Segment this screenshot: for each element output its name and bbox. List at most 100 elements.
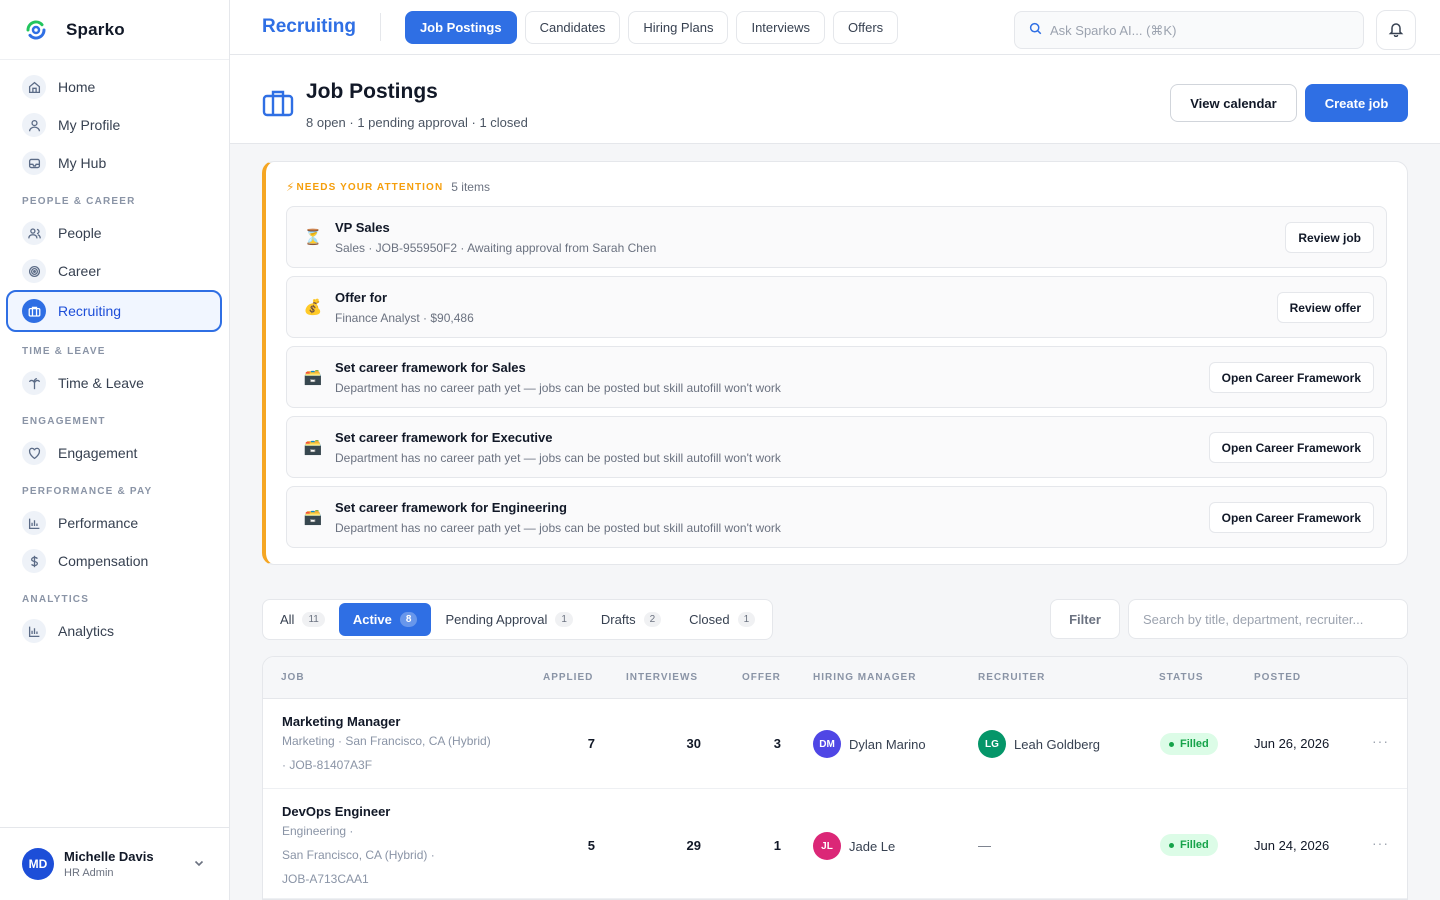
column-header-interviews[interactable]: INTERVIEWS bbox=[626, 672, 698, 683]
avatar: LG bbox=[978, 730, 1006, 758]
sidebar-item-label: Compensation bbox=[58, 553, 149, 569]
sidebar-item-career[interactable]: Career bbox=[8, 252, 221, 290]
jobs-table: JOB APPLIED INTERVIEWS OFFER HIRING MANA… bbox=[262, 656, 1408, 900]
attention-item: 🗃️ Set career framework for Engineering … bbox=[286, 486, 1387, 548]
user-menu[interactable]: MD Michelle Davis HR Admin bbox=[0, 827, 229, 900]
attention-item-title: Offer for bbox=[335, 289, 387, 305]
money-bag-icon: 💰 bbox=[303, 299, 323, 316]
column-header-status[interactable]: STATUS bbox=[1159, 672, 1204, 683]
sidebar-item-label: Analytics bbox=[58, 623, 115, 639]
content: ⚡ NEEDS YOUR ATTENTION 5 items ⏳ VP Sale… bbox=[230, 144, 1440, 900]
sidebar-item-time-leave[interactable]: Time & Leave bbox=[8, 364, 221, 402]
job-location: San Francisco, CA (Hybrid) · bbox=[282, 848, 435, 862]
attention-item-desc: Department has no career path yet — jobs… bbox=[335, 520, 781, 535]
users-icon bbox=[22, 221, 46, 245]
section-title: Recruiting bbox=[262, 16, 356, 38]
open-career-framework-button[interactable]: Open Career Framework bbox=[1208, 362, 1374, 393]
status-dot bbox=[1169, 842, 1174, 848]
chevron-down-icon[interactable] bbox=[193, 856, 205, 872]
sidebar-item-my-profile[interactable]: My Profile bbox=[8, 106, 221, 144]
sidebar-item-compensation[interactable]: Compensation bbox=[8, 542, 221, 580]
review-offer-button[interactable]: Review offer bbox=[1276, 292, 1374, 323]
recruiter[interactable]: LG Leah Goldberg bbox=[978, 730, 1100, 758]
sidebar-item-performance[interactable]: Performance bbox=[8, 504, 221, 542]
sidebar-item-home[interactable]: Home bbox=[8, 68, 221, 106]
status-badge: Filled bbox=[1160, 733, 1218, 755]
hiring-manager[interactable]: JL Jade Le bbox=[813, 832, 895, 860]
applied-count: 7 bbox=[587, 736, 595, 751]
sidebar-item-label: People bbox=[58, 225, 102, 241]
segment-count: 1 bbox=[555, 612, 573, 627]
column-header-applied[interactable]: APPLIED bbox=[543, 672, 593, 683]
sidebar-item-my-hub[interactable]: My Hub bbox=[8, 144, 221, 182]
avatar: DM bbox=[813, 730, 841, 758]
column-header-posted[interactable]: POSTED bbox=[1254, 672, 1301, 683]
segment-closed[interactable]: Closed 1 bbox=[675, 603, 769, 636]
sidebar-section-title: ENGAGEMENT bbox=[22, 416, 106, 427]
sidebar-item-label: My Hub bbox=[58, 155, 107, 171]
attention-item-title: Set career framework for Engineering bbox=[335, 499, 567, 515]
more-options-icon[interactable]: ··· bbox=[1372, 835, 1389, 851]
posted-date: Jun 24, 2026 bbox=[1254, 838, 1330, 853]
sidebar-item-recruiting[interactable]: Recruiting bbox=[6, 290, 222, 332]
tab-list: Job Postings Candidates Hiring Plans Int… bbox=[404, 10, 899, 44]
job-title[interactable]: DevOps Engineer bbox=[282, 804, 390, 819]
status-label: Filled bbox=[1180, 839, 1209, 851]
bar-chart-icon bbox=[22, 619, 46, 643]
sidebar-item-analytics[interactable]: Analytics bbox=[8, 612, 221, 650]
column-header-offer[interactable]: OFFER bbox=[742, 672, 781, 683]
heart-icon bbox=[22, 441, 46, 465]
table-row[interactable]: DevOps Engineer Engineering · San Franci… bbox=[263, 789, 1407, 899]
tab-candidates[interactable]: Candidates bbox=[524, 10, 621, 44]
lightning-icon: ⚡ bbox=[286, 180, 295, 194]
table-row[interactable]: Marketing Manager Marketing · San Franci… bbox=[263, 699, 1407, 789]
sidebar-item-label: Home bbox=[58, 79, 96, 95]
job-id: · JOB-81407A3F bbox=[282, 758, 373, 772]
notifications-button[interactable] bbox=[1376, 10, 1416, 50]
ai-search-input[interactable] bbox=[1050, 22, 1330, 38]
open-career-framework-button[interactable]: Open Career Framework bbox=[1208, 502, 1374, 533]
attention-item-desc: Finance Analyst · $90,486 bbox=[335, 310, 474, 325]
hourglass-icon: ⏳ bbox=[303, 229, 323, 246]
sidebar-item-people[interactable]: People bbox=[8, 214, 221, 252]
briefcase-icon bbox=[262, 89, 294, 120]
avatar: JL bbox=[813, 832, 841, 860]
page-subtitle: 8 open · 1 pending approval · 1 closed bbox=[306, 115, 528, 131]
segment-label: Pending Approval bbox=[445, 612, 548, 627]
column-header-hiring-manager[interactable]: HIRING MANAGER bbox=[813, 672, 916, 683]
ai-search-box bbox=[1014, 11, 1364, 49]
job-meta: Engineering · bbox=[282, 824, 354, 838]
attention-item-title: VP Sales bbox=[335, 219, 390, 235]
create-job-button[interactable]: Create job bbox=[1305, 84, 1408, 123]
offer-count: 1 bbox=[773, 838, 781, 853]
palm-tree-icon bbox=[22, 371, 46, 395]
sidebar: Sparko Home My Profile My Hub PEOPLE & C… bbox=[0, 0, 230, 900]
user-role: HR Admin bbox=[64, 867, 114, 879]
view-calendar-button[interactable]: View calendar bbox=[1170, 84, 1297, 123]
segment-drafts[interactable]: Drafts 2 bbox=[587, 603, 675, 636]
job-title[interactable]: Marketing Manager bbox=[282, 714, 400, 729]
attention-item: 🗃️ Set career framework for Sales Depart… bbox=[286, 346, 1387, 408]
review-job-button[interactable]: Review job bbox=[1285, 222, 1374, 253]
attention-item-title: Set career framework for Executive bbox=[335, 429, 553, 445]
open-career-framework-button[interactable]: Open Career Framework bbox=[1208, 432, 1374, 463]
sidebar-nav: Home My Profile My Hub PEOPLE & CAREER P… bbox=[0, 60, 229, 650]
segment-label: Closed bbox=[689, 612, 730, 627]
segment-active[interactable]: Active 8 bbox=[338, 603, 432, 636]
person-name: Leah Goldberg bbox=[1014, 736, 1101, 752]
filter-button[interactable]: Filter bbox=[1050, 599, 1120, 639]
segment-label: Drafts bbox=[600, 612, 636, 627]
tab-job-postings[interactable]: Job Postings bbox=[404, 10, 517, 44]
segment-all[interactable]: All 11 bbox=[266, 603, 339, 636]
tab-offers[interactable]: Offers bbox=[832, 10, 899, 44]
hiring-manager[interactable]: DM Dylan Marino bbox=[813, 730, 926, 758]
tab-interviews[interactable]: Interviews bbox=[736, 10, 825, 44]
segment-pending-approval[interactable]: Pending Approval 1 bbox=[431, 603, 586, 636]
column-header-job[interactable]: JOB bbox=[281, 672, 305, 683]
job-search-input[interactable] bbox=[1128, 599, 1408, 639]
applied-count: 5 bbox=[587, 838, 595, 853]
tab-hiring-plans[interactable]: Hiring Plans bbox=[628, 10, 729, 44]
more-options-icon[interactable]: ··· bbox=[1372, 733, 1389, 749]
sidebar-item-engagement[interactable]: Engagement bbox=[8, 434, 221, 472]
column-header-recruiter[interactable]: RECRUITER bbox=[978, 672, 1045, 683]
